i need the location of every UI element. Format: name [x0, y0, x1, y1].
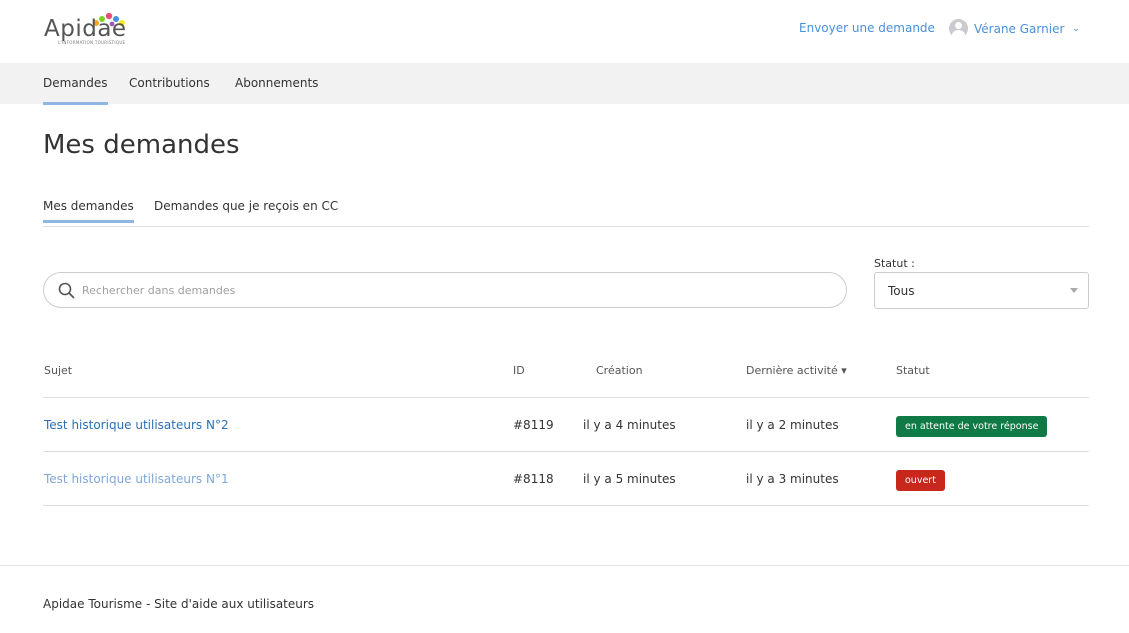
row-divider	[43, 505, 1089, 506]
dropdown-caret-icon	[1070, 288, 1078, 293]
request-created: il y a 4 minutes	[583, 418, 676, 432]
send-request-link[interactable]: Envoyer une demande	[799, 21, 935, 35]
user-avatar-icon	[949, 19, 968, 38]
request-id: #8118	[513, 472, 554, 486]
status-filter-value: Tous	[888, 284, 915, 298]
tabs-divider	[43, 226, 1089, 227]
nav-item-demandes[interactable]: Demandes	[43, 76, 108, 105]
footer-divider	[0, 565, 1129, 566]
status-badge: en attente de votre réponse	[896, 416, 1048, 437]
request-id: #8119	[513, 418, 554, 432]
column-header-status: Statut	[896, 364, 930, 377]
user-menu[interactable]: Vérane Garnier ⌄	[949, 19, 1080, 38]
request-created: il y a 5 minutes	[583, 472, 676, 486]
footer-text: Apidae Tourisme - Site d'aide aux utilis…	[43, 597, 315, 611]
column-header-created: Création	[596, 364, 643, 377]
tab-demandes-cc[interactable]: Demandes que je reçois en CC	[154, 199, 338, 213]
row-divider	[43, 451, 1089, 452]
column-header-subject: Sujet	[44, 364, 73, 377]
request-last-activity: il y a 2 minutes	[746, 418, 839, 432]
nav-item-abonnements[interactable]: Abonnements	[235, 76, 318, 90]
status-filter-label: Statut :	[874, 257, 915, 270]
apidae-logo[interactable]: Apidae L'INFORMATION TOURISTIQUE	[44, 10, 134, 50]
main-nav: Demandes Contributions Abonnements	[0, 63, 1129, 105]
request-last-activity: il y a 3 minutes	[746, 472, 839, 486]
chevron-down-icon: ⌄	[1072, 23, 1080, 34]
status-badge: ouvert	[896, 470, 945, 491]
search-input[interactable]	[82, 281, 822, 299]
tab-mes-demandes[interactable]: Mes demandes	[43, 199, 134, 223]
logo-text: Apidae	[44, 16, 127, 42]
search-box[interactable]	[43, 272, 847, 308]
column-header-last-activity[interactable]: Dernière activité ▾	[746, 364, 847, 377]
column-header-id: ID	[513, 364, 525, 377]
logo-subtext: L'INFORMATION TOURISTIQUE	[58, 40, 126, 45]
search-icon	[58, 282, 75, 299]
user-name: Vérane Garnier	[974, 21, 1065, 36]
page-title: Mes demandes	[43, 130, 240, 160]
table-header-divider	[43, 397, 1089, 398]
status-filter-select[interactable]: Tous	[874, 272, 1089, 309]
request-subject-link[interactable]: Test historique utilisateurs N°2	[44, 418, 229, 432]
top-header: Apidae L'INFORMATION TOURISTIQUE Envoyer…	[0, 0, 1129, 63]
request-subject-link[interactable]: Test historique utilisateurs N°1	[44, 472, 229, 486]
nav-item-contributions[interactable]: Contributions	[129, 76, 210, 90]
